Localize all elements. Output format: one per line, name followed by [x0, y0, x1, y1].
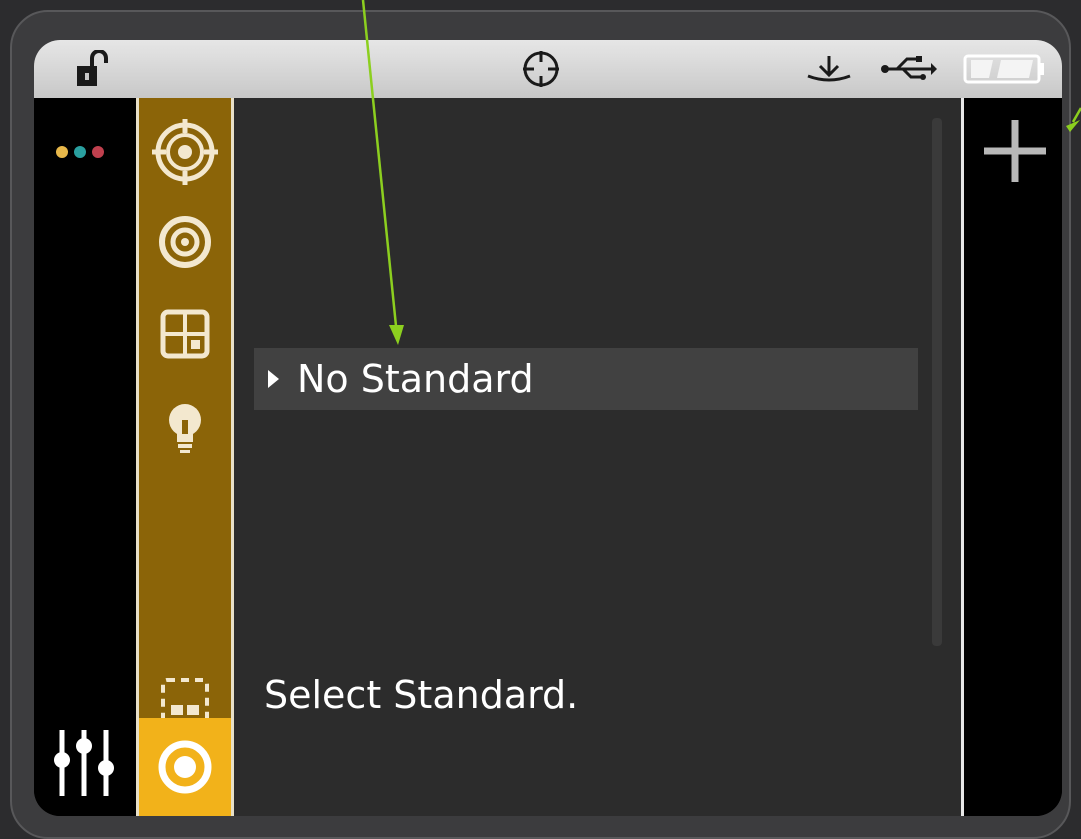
measure-ring-icon	[158, 740, 212, 794]
unlocked-padlock-icon[interactable]	[72, 48, 112, 90]
indicator-dot-teal	[74, 146, 86, 158]
standard-list-item[interactable]: No Standard	[254, 348, 918, 410]
expand-arrow-icon	[268, 370, 279, 388]
standard-label: No Standard	[297, 357, 534, 401]
plus-icon[interactable]	[982, 118, 1048, 184]
device-frame: No Standard Select Standard.	[0, 0, 1081, 839]
right-panel	[964, 98, 1062, 816]
target-measure-icon[interactable]	[139, 112, 231, 192]
indicator-dots[interactable]	[56, 146, 104, 158]
indicator-dot-red	[92, 146, 104, 158]
lightbulb-icon[interactable]	[139, 388, 231, 468]
battery-icon	[962, 48, 1046, 90]
mode-bar	[136, 98, 234, 816]
prompt-text: Select Standard.	[264, 673, 579, 717]
crosshair-target-icon[interactable]	[518, 48, 564, 90]
sliders-icon[interactable]	[48, 724, 120, 802]
indicator-dot-yellow	[56, 146, 68, 158]
calibration-tray-icon	[804, 48, 854, 90]
device-screen: No Standard Select Standard.	[34, 40, 1062, 816]
left-panel	[34, 98, 134, 816]
main-panel: No Standard Select Standard.	[234, 98, 964, 816]
scrollbar[interactable]	[932, 118, 942, 646]
usb-icon	[878, 48, 940, 90]
status-bar	[34, 40, 1062, 98]
concentric-circle-icon[interactable]	[139, 202, 231, 282]
grid-view-icon[interactable]	[139, 294, 231, 374]
measure-ring-button[interactable]	[139, 718, 231, 816]
annotation-arrow-line-right	[1071, 107, 1081, 123]
